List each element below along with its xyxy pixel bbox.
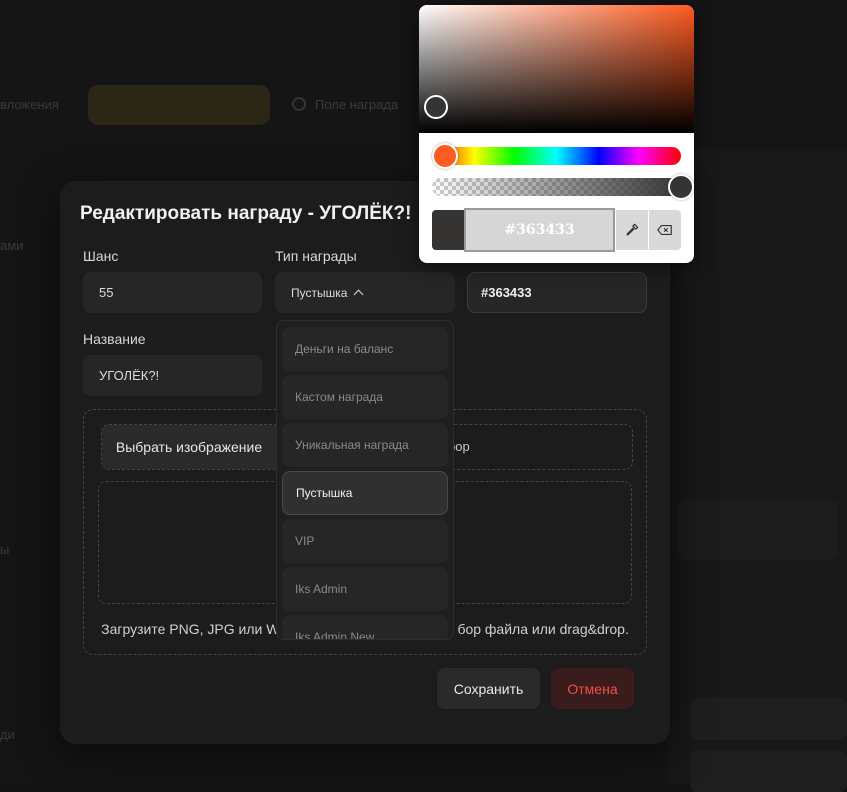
dropdown-option[interactable]: VIP bbox=[282, 519, 448, 563]
bg-right-button bbox=[690, 698, 847, 740]
save-button[interactable]: Сохранить bbox=[437, 668, 540, 709]
reward-type-value: Пустышка bbox=[291, 285, 348, 300]
reward-type-select[interactable]: Пустышка bbox=[275, 272, 455, 313]
reward-type-dropdown: Деньги на баланс Кастом награда Уникальн… bbox=[276, 320, 454, 640]
dropdown-option[interactable]: Iks Admin New bbox=[282, 615, 448, 639]
hue-handle[interactable] bbox=[432, 143, 458, 169]
modal-title: Редактировать награду - УГОЛЁК?! bbox=[80, 203, 412, 224]
dropdown-option[interactable]: Iks Admin bbox=[282, 567, 448, 611]
upload-hint-right: бор файла или drag&drop. bbox=[457, 621, 629, 637]
alpha-slider[interactable] bbox=[432, 178, 681, 196]
name-label: Название bbox=[83, 331, 146, 347]
name-value: УГОЛЁК?! bbox=[99, 368, 160, 383]
dropdown-option[interactable]: Уникальная награда bbox=[282, 423, 448, 467]
bg-right-panel bbox=[668, 150, 847, 783]
hue-slider[interactable] bbox=[432, 147, 681, 165]
saturation-handle[interactable] bbox=[424, 95, 448, 119]
bg-text: Поле награда bbox=[315, 97, 399, 112]
reward-type-label: Тип награды bbox=[275, 248, 357, 264]
bg-right-box bbox=[678, 500, 838, 560]
dropdown-option[interactable]: Кастом награда bbox=[282, 375, 448, 419]
bg-text: ами bbox=[0, 238, 24, 253]
eyedropper-icon[interactable] bbox=[616, 210, 648, 250]
color-picker: #363433 bbox=[419, 5, 694, 263]
dropdown-option-selected[interactable]: Пустышка bbox=[282, 471, 448, 515]
bg-text: ди bbox=[0, 727, 15, 742]
color-swatch bbox=[432, 210, 464, 250]
chevron-up-icon bbox=[353, 289, 364, 300]
dropdown-option[interactable]: Деньги на баланс bbox=[282, 327, 448, 371]
saturation-area[interactable] bbox=[419, 5, 694, 133]
color-hex-value: #363433 bbox=[481, 285, 532, 300]
alpha-gradient bbox=[432, 178, 681, 196]
color-hex-input[interactable]: #363433 bbox=[467, 272, 647, 313]
bg-button bbox=[88, 85, 270, 125]
bg-text: вложения bbox=[0, 97, 59, 112]
bg-text: ы bbox=[0, 542, 10, 557]
cancel-button[interactable]: Отмена bbox=[551, 668, 634, 709]
upload-hint-left: Загрузите PNG, JPG или W bbox=[101, 621, 280, 637]
chance-value: 55 bbox=[99, 285, 114, 300]
bg-right-button bbox=[690, 750, 847, 792]
picker-hex-input[interactable]: #363433 bbox=[464, 208, 615, 252]
choose-image-button[interactable]: Выбрать изображение bbox=[102, 425, 276, 469]
bg-radio bbox=[292, 97, 306, 111]
chance-label: Шанс bbox=[83, 248, 119, 264]
chance-input[interactable]: 55 bbox=[83, 272, 262, 313]
backspace-icon[interactable] bbox=[649, 210, 681, 250]
alpha-handle[interactable] bbox=[668, 174, 694, 200]
name-input[interactable]: УГОЛЁК?! bbox=[83, 355, 262, 396]
